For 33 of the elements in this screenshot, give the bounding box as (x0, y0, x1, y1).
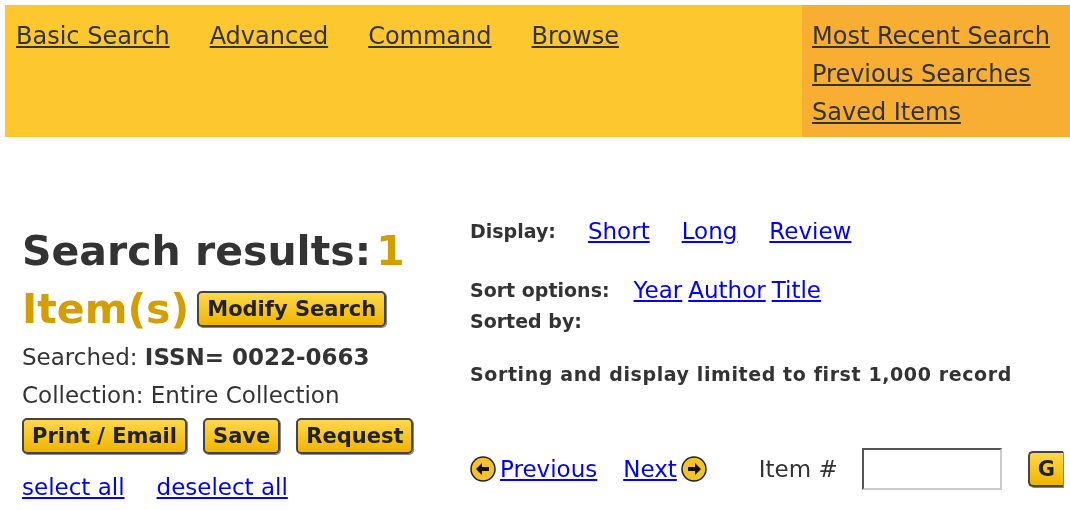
sort-link[interactable]: Title (771, 272, 821, 307)
item-number-label: Item # (758, 455, 838, 484)
results-title: Search results: (22, 227, 372, 275)
nav-link[interactable]: Browse (531, 19, 619, 137)
modify-search-button[interactable]: Modify Search (197, 291, 387, 327)
action-button[interactable]: Print / Email (22, 418, 188, 454)
result-count: 1 (376, 227, 405, 275)
display-label: Display: (470, 222, 556, 244)
collection-text: Collection: Entire Collection (22, 381, 341, 410)
item-number-field[interactable] (861, 448, 1002, 490)
nav-link[interactable]: Previous Searches (812, 57, 1031, 91)
searched-query: Searched: ISSN= 0022-0663 (22, 343, 371, 372)
select-link[interactable]: select all (22, 470, 125, 505)
action-button[interactable]: Save (203, 418, 281, 454)
select-link[interactable]: deselect all (156, 470, 288, 505)
next-link[interactable]: Next (623, 451, 677, 487)
result-count-label: Item(s) (22, 284, 190, 335)
previous-link[interactable]: Previous (500, 451, 598, 487)
nav-link[interactable]: Basic Search (16, 19, 170, 137)
sort-link[interactable]: Year (633, 272, 683, 307)
display-link[interactable]: Long (681, 222, 738, 249)
nav-link[interactable]: Most Recent Search (812, 19, 1050, 53)
nav-link[interactable]: Advanced (209, 19, 329, 137)
sorted-by-label: Sorted by: (470, 309, 583, 334)
sort-link[interactable]: Author (688, 272, 766, 307)
nav-link[interactable]: Command (368, 19, 492, 137)
action-button[interactable]: Request (296, 418, 414, 454)
notice-text: Sorting and display limited to first 1,000 record (470, 361, 1013, 387)
nav-link[interactable]: Saved Items (812, 95, 961, 129)
go-button[interactable]: G (1027, 451, 1063, 487)
display-link[interactable]: Review (769, 222, 852, 249)
display-link[interactable]: Short (587, 222, 650, 249)
sort-label: Sort options: (470, 277, 610, 303)
